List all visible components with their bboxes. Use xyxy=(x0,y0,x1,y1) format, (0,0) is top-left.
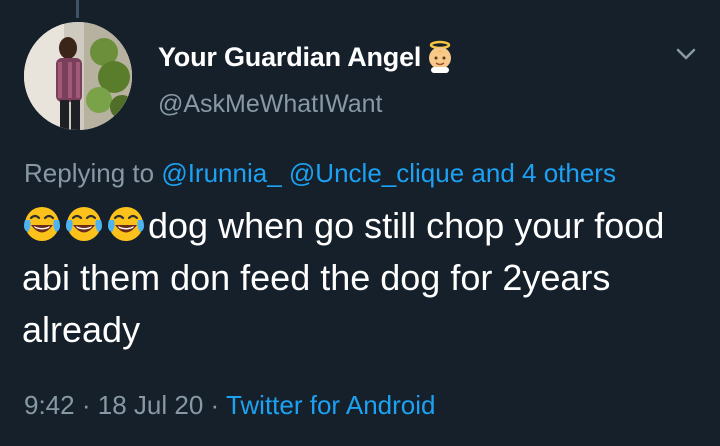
face-with-tears-of-joy-icon xyxy=(22,204,62,244)
thread-connector-line xyxy=(76,0,79,18)
chevron-down-icon[interactable] xyxy=(672,40,700,68)
face-with-tears-of-joy-icon xyxy=(106,204,146,244)
display-name[interactable]: Your Guardian Angel xyxy=(158,39,457,73)
tweet-meta: 9:42 · 18 Jul 20 · Twitter for Android xyxy=(24,390,436,421)
avatar[interactable] xyxy=(24,22,132,130)
user-handle[interactable]: @AskMeWhatIWant xyxy=(158,90,383,119)
face-with-tears-of-joy-icon xyxy=(64,204,104,244)
mention-link-1[interactable]: @Irunnia_ xyxy=(161,158,281,188)
tweet-card: Your Guardian Angel @AskMeWhatIWant Repl… xyxy=(0,0,720,446)
tweet-time[interactable]: 9:42 xyxy=(24,390,75,420)
mention-link-2[interactable]: @Uncle_clique xyxy=(289,158,464,188)
replying-to-label: Replying to xyxy=(24,158,162,188)
others-link[interactable]: and 4 others xyxy=(471,158,616,188)
tweet-source-link[interactable]: Twitter for Android xyxy=(226,390,436,420)
tweet-date[interactable]: 18 Jul 20 xyxy=(98,390,204,420)
baby-angel-icon xyxy=(423,39,457,73)
replying-to-line: Replying to @Irunnia_ @Uncle_clique and … xyxy=(24,158,616,189)
display-name-text: Your Guardian Angel xyxy=(158,42,422,72)
tweet-body: dog when go still chop your food abi the… xyxy=(22,200,702,356)
meta-separator: · xyxy=(210,390,220,420)
meta-separator: · xyxy=(81,390,91,420)
